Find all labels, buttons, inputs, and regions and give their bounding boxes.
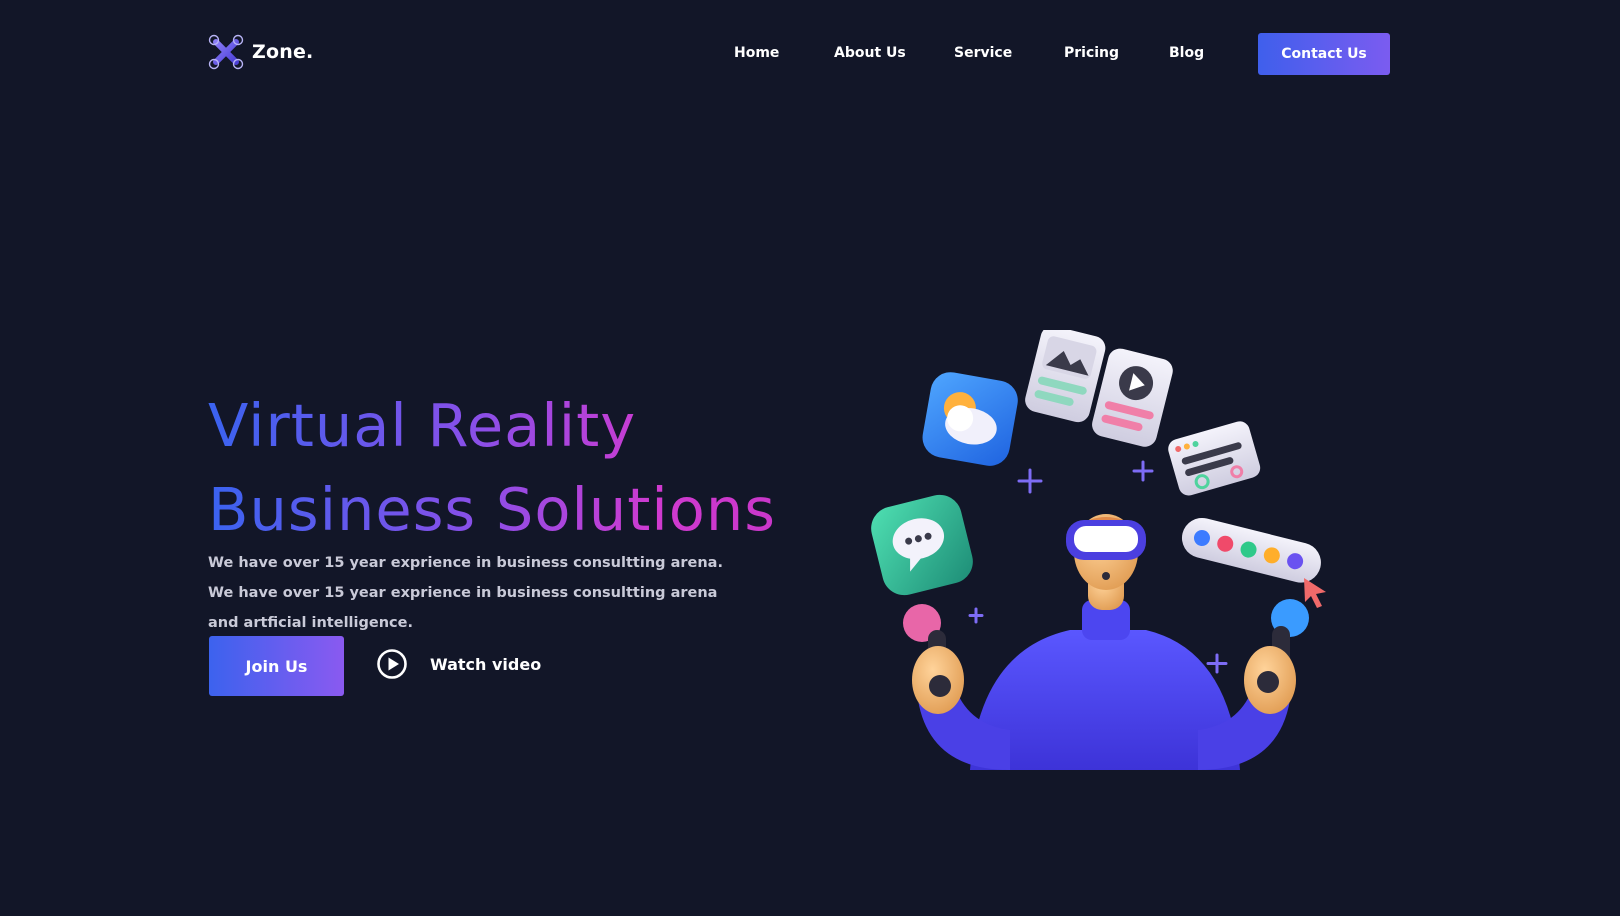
contact-us-button[interactable]: Contact Us (1258, 33, 1390, 75)
hero-title: Virtual Reality Business Solutions (208, 384, 808, 552)
hero-description: We have over 15 year exprience in busine… (208, 555, 723, 631)
play-circle-icon (377, 649, 407, 679)
landing-page: Zone. Home About Us Service Pricing Blog… (0, 0, 1620, 916)
image-card-icon (1025, 330, 1106, 423)
weather-app-icon (922, 372, 1018, 466)
hero-title-line-1: Virtual Reality (208, 391, 637, 460)
join-us-button[interactable]: Join Us (209, 636, 344, 696)
nav-item-service[interactable]: Service (954, 45, 1012, 61)
nav-item-blog[interactable]: Blog (1169, 45, 1204, 61)
nav-item-pricing[interactable]: Pricing (1064, 45, 1119, 61)
site-header: Zone. Home About Us Service Pricing Blog… (0, 0, 1620, 110)
brand-logo[interactable]: Zone. (208, 34, 313, 70)
chat-app-icon (871, 494, 973, 596)
drone-x-icon (208, 34, 244, 70)
cursor-icon (1304, 578, 1326, 608)
video-card-icon (1092, 348, 1173, 447)
vr-person-illustration (871, 330, 1326, 770)
settings-card-icon (1168, 421, 1261, 496)
watch-video-link[interactable]: Watch video (376, 648, 541, 680)
nav-item-home[interactable]: Home (734, 45, 779, 61)
brand-name: Zone. (252, 41, 314, 63)
hero-title-line-2: Business Solutions (208, 475, 777, 544)
watch-video-label: Watch video (430, 654, 542, 674)
nav-item-about-us[interactable]: About Us (834, 45, 906, 61)
color-palette-icon (1181, 517, 1321, 583)
